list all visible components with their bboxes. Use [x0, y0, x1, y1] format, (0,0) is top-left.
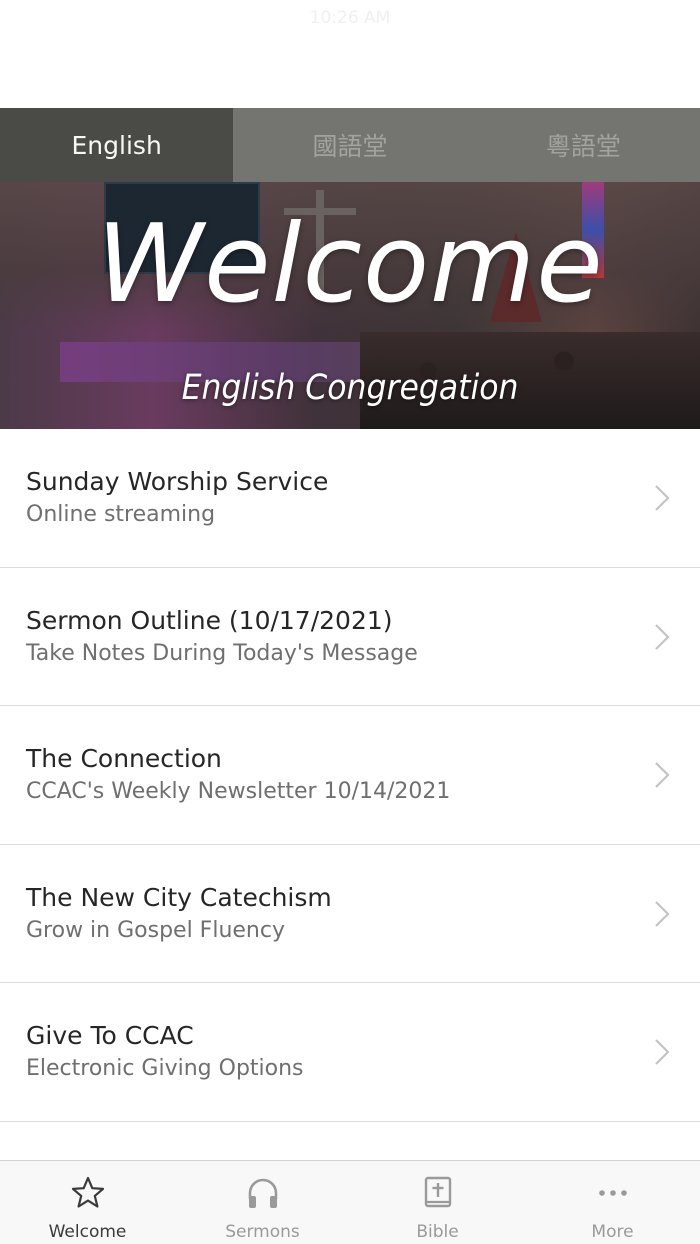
welcome-banner: Welcome English Congregation	[0, 182, 700, 429]
list-item-title: The New City Catechism	[26, 882, 332, 912]
star-icon	[71, 1176, 104, 1208]
list-item-give[interactable]: Give To CCAC Electronic Giving Options	[0, 983, 700, 1122]
segment-english[interactable]: English	[0, 108, 234, 182]
more-icon	[598, 1190, 627, 1196]
congregation-selector: English 國語堂 粵語堂	[0, 108, 700, 182]
status-bar: 10:26 AM	[0, 0, 700, 108]
tab-label: Bible	[416, 1222, 459, 1242]
tab-more[interactable]: More	[525, 1161, 700, 1244]
list-item-sermon-outline[interactable]: Sermon Outline (10/17/2021) Take Notes D…	[0, 567, 700, 706]
tab-welcome[interactable]: Welcome	[0, 1161, 175, 1244]
tab-bar: Welcome Sermons Bible More	[0, 1160, 700, 1244]
list-item-subtitle: Take Notes During Today's Message	[26, 640, 418, 666]
content-list: Sunday Worship Service Online streaming …	[0, 429, 700, 1122]
chevron-right-icon	[655, 900, 670, 927]
chevron-right-icon	[655, 762, 670, 788]
tab-label: Welcome	[48, 1222, 127, 1242]
list-item-worship-service[interactable]: Sunday Worship Service Online streaming	[0, 429, 700, 568]
tab-label: More	[591, 1222, 634, 1242]
banner-title: Welcome	[96, 202, 604, 327]
headphones-icon	[248, 1178, 277, 1208]
chevron-right-icon	[655, 485, 670, 511]
segment-cantonese[interactable]: 粵語堂	[467, 108, 700, 182]
chevron-right-icon	[655, 623, 670, 650]
list-item-subtitle: Grow in Gospel Fluency	[26, 917, 285, 943]
list-item-the-connection[interactable]: The Connection CCAC's Weekly Newsletter …	[0, 706, 700, 845]
bible-icon	[424, 1176, 451, 1208]
list-item-catechism[interactable]: The New City Catechism Grow in Gospel Fl…	[0, 844, 700, 983]
chevron-right-icon	[655, 1039, 670, 1065]
segment-mandarin[interactable]: 國語堂	[233, 108, 466, 182]
list-item-title: The Connection	[26, 744, 222, 773]
tab-sermons[interactable]: Sermons	[175, 1161, 350, 1244]
list-item-title: Sunday Worship Service	[26, 467, 329, 496]
list-item-subtitle: CCAC's Weekly Newsletter 10/14/2021	[26, 779, 451, 804]
tab-label: Sermons	[225, 1222, 300, 1242]
list-item-subtitle: Online streaming	[26, 502, 216, 527]
list-item-subtitle: Electronic Giving Options	[26, 1056, 304, 1081]
status-time: 10:26 AM	[309, 8, 391, 28]
list-item-title: Sermon Outline (10/17/2021)	[26, 605, 393, 635]
banner-subtitle: English Congregation	[181, 368, 519, 408]
list-item-title: Give To CCAC	[26, 1021, 194, 1050]
tab-bible[interactable]: Bible	[350, 1161, 525, 1244]
